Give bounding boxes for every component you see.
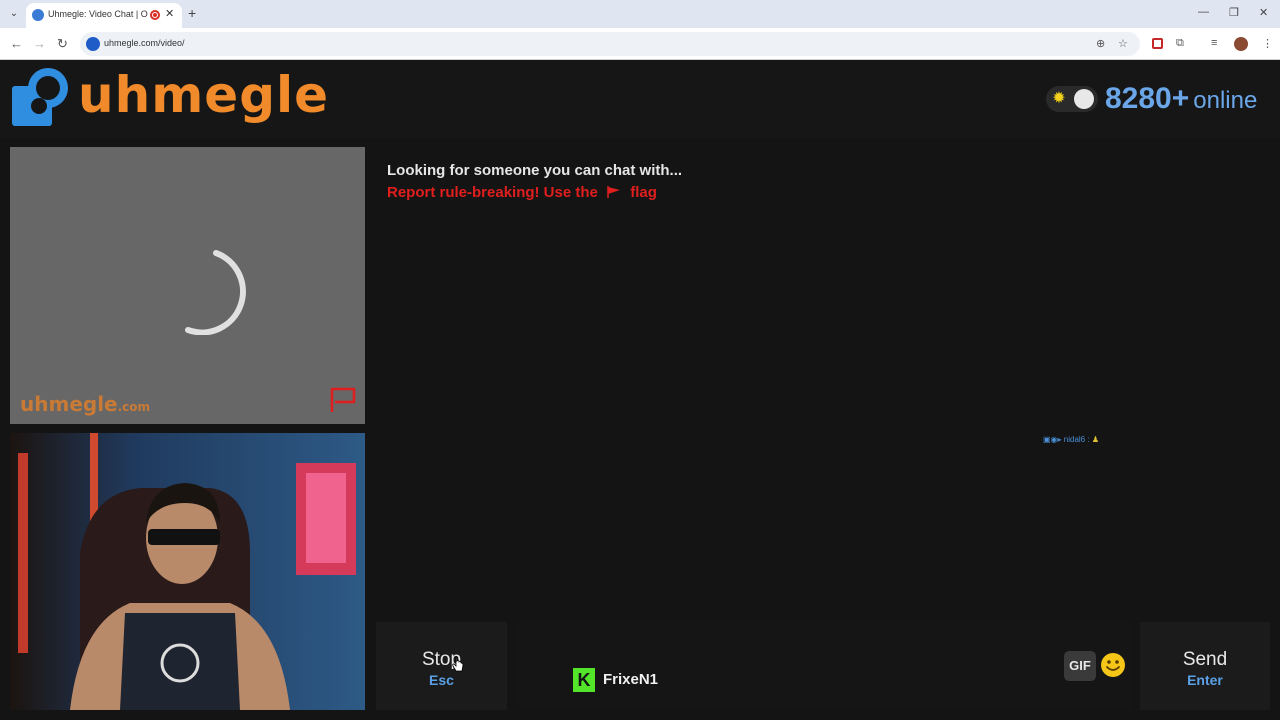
stream-overlay-tag: ▣◉▸ nidal6 : ♟	[1043, 435, 1099, 444]
zoom-icon[interactable]: ⊕	[1096, 37, 1105, 50]
tab-search-icon[interactable]: ⌄	[6, 6, 22, 22]
report-prefix: Report rule-breaking! Use the	[387, 184, 598, 201]
bookmark-star-icon[interactable]: ☆	[1118, 37, 1128, 50]
webcam-feed-image	[10, 433, 365, 710]
browser-menu-icon[interactable]: ⋮	[1262, 37, 1273, 50]
uhmegle-logo-icon[interactable]	[12, 66, 74, 128]
site-header: uhmegle ✹ 8280+ online	[0, 60, 1280, 138]
back-icon[interactable]: ←	[10, 36, 23, 51]
stop-label: Stop	[421, 649, 462, 670]
extension-icon[interactable]	[1152, 38, 1163, 49]
loading-spinner-icon	[185, 250, 246, 335]
url-text: uhmegle.com/video/	[104, 38, 185, 48]
restore-icon[interactable]: ❐	[1229, 6, 1239, 19]
site-favicon-icon	[32, 9, 44, 21]
new-tab-button[interactable]: +	[188, 5, 196, 21]
stranger-video: uhmegle.com	[10, 147, 365, 424]
overlay-emoji-icon: ♟	[1091, 435, 1099, 444]
send-button[interactable]: Send Enter	[1140, 622, 1270, 710]
forward-icon[interactable]: →	[33, 36, 46, 51]
uhmegle-watermark: uhmegle.com	[20, 392, 150, 416]
browser-tab[interactable]: Uhmegle: Video Chat | Omegle ✕	[26, 3, 182, 28]
profile-avatar[interactable]	[1234, 37, 1248, 51]
overlay-text: nidal6 :	[1063, 435, 1092, 444]
tab-title: Uhmegle: Video Chat | Omegle	[48, 9, 148, 19]
watermark-text: uhmegle	[20, 392, 118, 416]
logo-text[interactable]: uhmegle	[78, 66, 329, 124]
media-control-icon[interactable]: ≡	[1211, 37, 1217, 49]
tab-close-icon[interactable]: ✕	[165, 7, 174, 20]
theme-toggle[interactable]: ✹	[1046, 86, 1098, 112]
sun-icon: ✹	[1052, 90, 1066, 107]
address-bar[interactable]: uhmegle.com/video/ ⊕ ☆	[80, 32, 1140, 56]
stop-button[interactable]: Stop Esc	[376, 622, 507, 710]
report-flag-icon[interactable]	[328, 385, 358, 415]
kick-logo-icon: K	[573, 668, 595, 692]
toggle-knob	[1074, 89, 1094, 109]
browser-toolbar: ← → ↻ uhmegle.com/video/ ⊕ ☆ ⧉ ≡ ⋮	[0, 28, 1280, 60]
recording-icon	[150, 10, 160, 20]
report-message: Report rule-breaking! Use the flag	[387, 184, 657, 201]
social-icons: ▣◉▸	[1043, 435, 1064, 444]
gif-button[interactable]: GIF	[1064, 651, 1096, 681]
status-message: Looking for someone you can chat with...	[387, 162, 683, 179]
send-label: Send	[1182, 649, 1228, 670]
online-label: online	[1193, 87, 1258, 114]
self-webcam-video	[10, 433, 365, 710]
streamer-name: FrixeN1	[603, 671, 659, 688]
send-shortcut: Enter	[1187, 672, 1223, 688]
reload-icon[interactable]: ↻	[57, 36, 68, 52]
online-counter: 8280+ online	[1105, 82, 1257, 116]
red-flag-icon	[607, 186, 621, 198]
close-window-icon[interactable]: ✕	[1259, 6, 1268, 19]
emoji-icon[interactable]	[1100, 652, 1126, 678]
hand-cursor-icon	[452, 657, 464, 672]
stop-shortcut: Esc	[429, 672, 454, 688]
chat-log: Looking for someone you can chat with...…	[376, 147, 1270, 613]
message-input[interactable]: K FrixeN1 GIF	[514, 622, 1131, 710]
browser-tabbar: ⌄ Uhmegle: Video Chat | Omegle ✕ + — ❐ ✕	[0, 0, 1280, 28]
online-count: 8280+	[1105, 82, 1190, 115]
minimize-icon[interactable]: —	[1198, 6, 1209, 18]
watermark-domain: .com	[117, 400, 151, 414]
report-suffix: flag	[630, 184, 657, 201]
site-info-icon[interactable]	[86, 37, 100, 51]
extensions-puzzle-icon[interactable]: ⧉	[1176, 37, 1184, 50]
